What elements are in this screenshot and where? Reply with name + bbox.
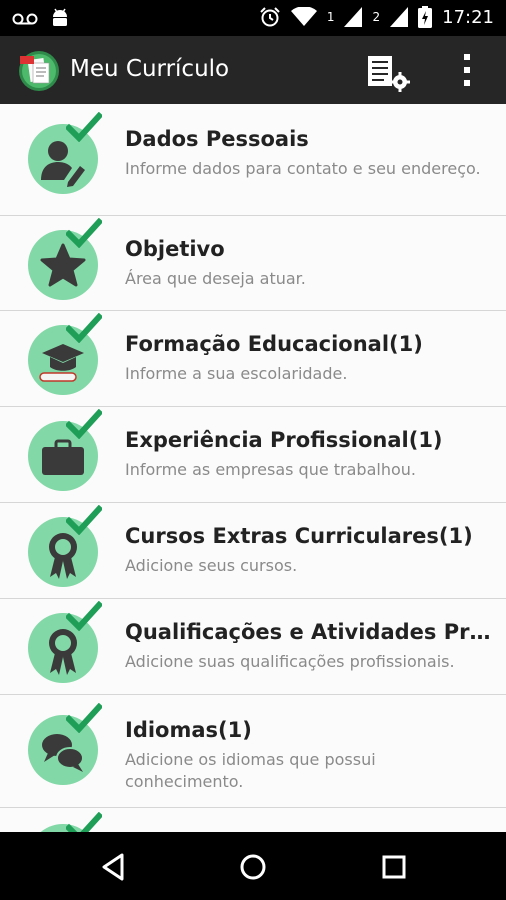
section-icon-wrap — [28, 812, 102, 832]
section-title: Qualificações e Atividades Pro… — [125, 620, 494, 644]
check-icon — [66, 812, 102, 832]
app-title: Meu Currículo — [70, 56, 230, 82]
check-icon — [66, 703, 102, 733]
sim2-label: 2 — [372, 10, 381, 24]
section-subtitle: Informe dados para contato e seu endereç… — [125, 159, 481, 178]
settings-list-icon[interactable] — [364, 50, 414, 94]
section-title: Experiência Profissional(1) — [125, 428, 443, 452]
section-item-qualificacoes[interactable]: Qualificações e Atividades Pro… Adicione… — [0, 599, 506, 695]
section-item-formacao-educacional[interactable]: Formação Educacional(1) Informe a sua es… — [0, 311, 506, 407]
check-icon — [66, 505, 102, 535]
navigation-bar — [0, 832, 506, 900]
android-icon — [53, 8, 67, 26]
overflow-menu-icon[interactable] — [455, 50, 479, 90]
check-icon — [66, 112, 102, 142]
section-item-partial[interactable] — [0, 808, 506, 832]
check-icon — [66, 218, 102, 248]
signal-icon — [344, 7, 363, 27]
home-icon[interactable] — [236, 850, 270, 884]
app-logo-icon[interactable] — [18, 50, 60, 92]
check-icon — [66, 409, 102, 439]
section-subtitle: Informe a sua escolaridade. — [125, 364, 348, 383]
section-item-experiencia-profissional[interactable]: Experiência Profissional(1) Informe as e… — [0, 407, 506, 503]
section-icon-wrap — [28, 703, 102, 785]
section-icon-wrap — [28, 218, 102, 300]
section-subtitle: Adicione suas qualificações profissionai… — [125, 652, 455, 671]
section-subtitle: Adicione os idiomas que possui conhecime… — [125, 750, 376, 791]
voicemail-icon — [12, 13, 38, 25]
check-icon — [66, 313, 102, 343]
wifi-icon — [290, 7, 317, 26]
section-list: Dados Pessoais Informe dados para contat… — [0, 104, 506, 832]
recents-icon[interactable] — [377, 850, 411, 884]
section-subtitle: Área que deseja atuar. — [125, 269, 306, 288]
section-title: Cursos Extras Curriculares(1) — [125, 524, 473, 548]
section-icon-wrap — [28, 313, 102, 395]
section-icon-wrap — [28, 505, 102, 587]
sim1-label: 1 — [326, 10, 335, 24]
clock: 17:21 — [442, 6, 494, 28]
section-title: Idiomas(1) — [125, 718, 252, 742]
section-icon-wrap — [28, 409, 102, 491]
section-item-cursos-extras[interactable]: Cursos Extras Curriculares(1) Adicione s… — [0, 503, 506, 599]
section-title: Formação Educacional(1) — [125, 332, 423, 356]
back-icon[interactable] — [96, 850, 130, 884]
battery-charging-icon — [418, 6, 433, 28]
signal-icon — [390, 7, 409, 27]
action-bar: Meu Currículo — [0, 36, 506, 104]
section-title: Dados Pessoais — [125, 127, 309, 151]
section-icon-wrap — [28, 601, 102, 683]
check-icon — [66, 601, 102, 631]
section-item-objetivo[interactable]: Objetivo Área que deseja atuar. — [0, 216, 506, 311]
section-subtitle: Adicione seus cursos. — [125, 556, 298, 575]
section-subtitle: Informe as empresas que trabalhou. — [125, 460, 416, 479]
section-icon-wrap — [28, 112, 102, 194]
section-title: Objetivo — [125, 237, 225, 261]
alarm-icon — [260, 7, 280, 27]
status-bar: 1 2 17:21 — [0, 0, 506, 36]
section-item-idiomas[interactable]: Idiomas(1) Adicione os idiomas que possu… — [0, 695, 506, 808]
section-item-dados-pessoais[interactable]: Dados Pessoais Informe dados para contat… — [0, 104, 506, 216]
